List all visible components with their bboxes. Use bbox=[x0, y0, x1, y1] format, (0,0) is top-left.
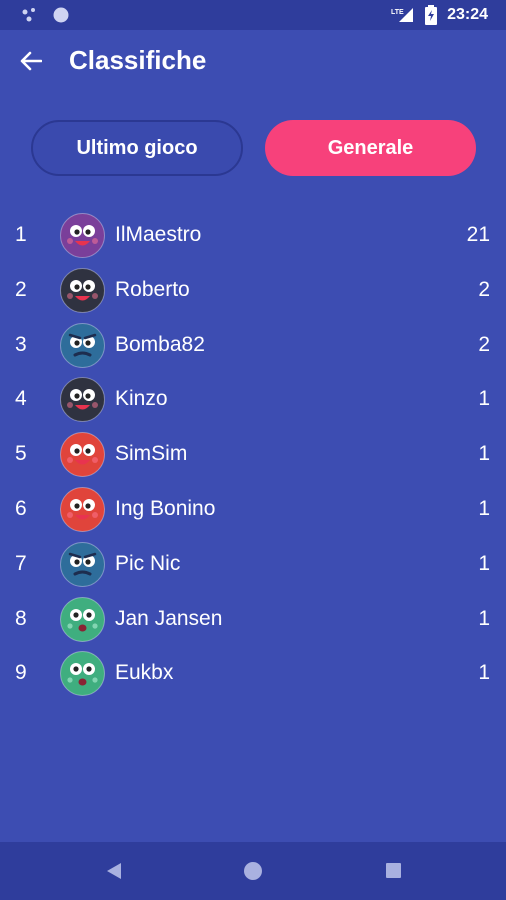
purple-smiley-icon bbox=[60, 213, 105, 258]
circle-notification-icon bbox=[53, 7, 69, 23]
leaderboard-row[interactable]: 7 Pic Nic 1 bbox=[0, 538, 506, 593]
tab-ultimo-gioco[interactable]: Ultimo gioco bbox=[31, 120, 243, 176]
status-bar: LTE 23:24 bbox=[0, 0, 506, 30]
rank-number: 3 bbox=[15, 332, 27, 356]
black-smiley-icon bbox=[60, 267, 105, 313]
player-name: Eukbx bbox=[115, 661, 174, 685]
player-name: Ing Bonino bbox=[115, 497, 216, 520]
leaderboard-row[interactable]: 9 Eukbx 1 bbox=[0, 647, 506, 702]
player-score: 2 bbox=[478, 332, 490, 356]
black-smiley-icon bbox=[60, 377, 105, 423]
rank-number: 2 bbox=[15, 277, 27, 301]
status-right-icons: LTE 23:24 bbox=[391, 5, 488, 25]
player-score: 2 bbox=[478, 277, 490, 301]
nav-back-icon[interactable] bbox=[106, 862, 122, 880]
rank-number: 9 bbox=[15, 661, 27, 685]
player-score: 1 bbox=[478, 497, 490, 520]
player-name: Bomba82 bbox=[115, 332, 205, 356]
rank-number: 6 bbox=[15, 497, 27, 520]
player-name: Pic Nic bbox=[115, 551, 181, 575]
battery-charging-icon bbox=[425, 5, 438, 25]
page-title: Classifiche bbox=[69, 45, 207, 75]
green-surprised-icon bbox=[60, 596, 105, 642]
leaderboard-row[interactable]: 5 SimSim 1 bbox=[0, 428, 506, 483]
status-left-icons bbox=[22, 6, 70, 24]
back-button[interactable] bbox=[14, 44, 48, 78]
arrow-back-icon bbox=[20, 51, 42, 71]
system-navigation-bar bbox=[0, 842, 506, 900]
status-time: 23:24 bbox=[447, 6, 488, 23]
player-score: 21 bbox=[466, 223, 490, 246]
leaderboard-row[interactable]: 6 Ing Bonino 1 bbox=[0, 483, 506, 538]
player-score: 1 bbox=[478, 442, 490, 466]
leaderboard-row[interactable]: 8 Jan Jansen 1 bbox=[0, 593, 506, 648]
leaderboard-row[interactable]: 3 Bomba82 2 bbox=[0, 319, 506, 374]
leaderboard-row[interactable]: 2 Roberto 2 bbox=[0, 264, 506, 319]
rank-number: 5 bbox=[15, 442, 27, 466]
nav-home-icon[interactable] bbox=[244, 862, 262, 880]
player-score: 1 bbox=[478, 606, 490, 630]
player-score: 1 bbox=[478, 661, 490, 685]
rank-number: 8 bbox=[15, 606, 27, 630]
player-name: SimSim bbox=[115, 442, 188, 466]
nav-recents-icon[interactable] bbox=[386, 863, 401, 878]
red-smiley-icon bbox=[60, 432, 105, 478]
player-score: 1 bbox=[478, 387, 490, 411]
blue-worried-icon bbox=[60, 541, 105, 587]
rank-number: 1 bbox=[15, 223, 27, 246]
rank-number: 4 bbox=[15, 387, 27, 411]
assistant-dots-icon bbox=[22, 8, 35, 22]
leaderboard-row[interactable]: 1 IlMaestro 21 bbox=[0, 209, 506, 264]
player-name: Kinzo bbox=[115, 387, 168, 411]
app-toolbar: Classifiche bbox=[0, 30, 506, 92]
blue-worried-icon bbox=[60, 322, 105, 368]
player-score: 1 bbox=[478, 551, 490, 575]
player-name: Jan Jansen bbox=[115, 606, 223, 630]
rank-number: 7 bbox=[15, 551, 27, 575]
tab-generale[interactable]: Generale bbox=[265, 120, 476, 176]
svg-text:LTE: LTE bbox=[391, 9, 404, 16]
signal-lte-icon: LTE bbox=[391, 8, 414, 22]
player-name: Roberto bbox=[115, 277, 190, 301]
red-smiley-icon bbox=[60, 487, 105, 532]
player-name: IlMaestro bbox=[115, 223, 202, 246]
green-surprised-icon bbox=[60, 651, 105, 697]
leaderboard-row[interactable]: 4 Kinzo 1 bbox=[0, 373, 506, 428]
